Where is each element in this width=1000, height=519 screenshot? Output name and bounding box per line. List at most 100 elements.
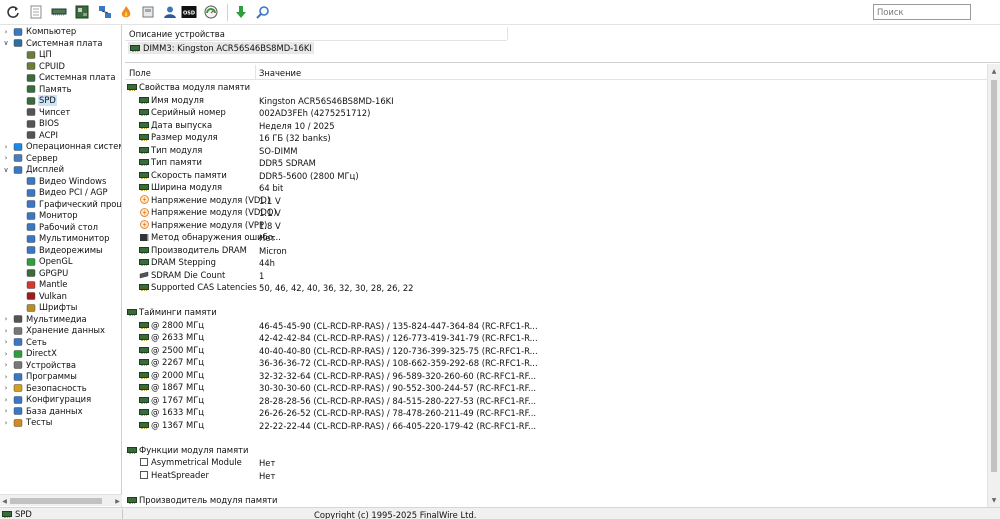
tree-item[interactable]: › Компьютер: [0, 26, 121, 38]
tree-item[interactable]: Монитор: [0, 210, 121, 222]
download-icon[interactable]: [233, 4, 249, 20]
tree-item[interactable]: Чипсет: [0, 107, 121, 119]
search-input[interactable]: [873, 4, 971, 20]
tree-horizontal-scrollbar[interactable]: ◀ ▶: [0, 494, 122, 506]
refresh-icon[interactable]: [5, 4, 21, 20]
expand-icon[interactable]: ›: [2, 360, 10, 371]
property-row[interactable]: @ 1633 МГц 26-26-26-52 (CL-RCD-RP-RAS) / …: [125, 406, 987, 419]
property-row[interactable]: Asymmetrical Module Нет: [125, 456, 987, 469]
property-row[interactable]: @ 1867 МГц 30-30-30-60 (CL-RCD-RP-RAS) / …: [125, 381, 987, 394]
tree-item[interactable]: Мультимонитор: [0, 233, 121, 245]
tree-item[interactable]: Mantle: [0, 279, 121, 291]
expand-icon[interactable]: ›: [2, 417, 10, 428]
tree-item[interactable]: ACPI: [0, 130, 121, 142]
tree-item[interactable]: › Операционная система: [0, 141, 121, 153]
tree-item[interactable]: › Конфигурация: [0, 394, 121, 406]
tree-item[interactable]: Видео PCI / AGP: [0, 187, 121, 199]
group-header-row[interactable]: Свойства модуля памяти: [125, 81, 987, 94]
property-row[interactable]: @ 2633 МГц 42-42-42-84 (CL-RCD-RP-RAS) / …: [125, 331, 987, 344]
tree-item[interactable]: Рабочий стол: [0, 222, 121, 234]
property-row[interactable]: Напряжение модуля (VDD) 1.1 V: [125, 194, 987, 207]
tree-item[interactable]: › Программы: [0, 371, 121, 383]
tree-item[interactable]: › Сервер: [0, 153, 121, 165]
property-row[interactable]: Метод обнаружения ошибо... Нет: [125, 231, 987, 244]
column-header-value[interactable]: Значение: [259, 68, 301, 78]
expand-icon[interactable]: ›: [2, 406, 10, 417]
property-row[interactable]: @ 2800 МГц 46-45-45-90 (CL-RCD-RP-RAS) / …: [125, 319, 987, 332]
tree-item[interactable]: Системная плата: [0, 72, 121, 84]
tree-item[interactable]: Видео Windows: [0, 176, 121, 188]
group-header-row[interactable]: Производитель модуля памяти: [125, 494, 987, 507]
property-row[interactable]: Имя модуля Kingston ACR56S46BS8MD-16KI: [125, 94, 987, 107]
property-row[interactable]: Размер модуля 16 ГБ (32 banks): [125, 131, 987, 144]
property-row[interactable]: Ширина модуля 64 bit: [125, 181, 987, 194]
tree-item[interactable]: Память: [0, 84, 121, 96]
tree-item[interactable]: ∨ Дисплей: [0, 164, 121, 176]
expand-icon[interactable]: ›: [2, 325, 10, 336]
scroll-up-icon[interactable]: ▲: [988, 66, 1000, 76]
tree-item[interactable]: GPGPU: [0, 268, 121, 280]
gauge-icon[interactable]: [203, 4, 219, 20]
tree-item[interactable]: Графический процессо: [0, 199, 121, 211]
expand-icon[interactable]: ›: [2, 153, 10, 164]
tree-item[interactable]: › Хранение данных: [0, 325, 121, 337]
property-row[interactable]: @ 1767 МГц 28-28-28-56 (CL-RCD-RP-RAS) / …: [125, 394, 987, 407]
tree-item[interactable]: Видеорежимы: [0, 245, 121, 257]
scroll-right-icon[interactable]: ▶: [113, 495, 122, 507]
flame-icon[interactable]: [118, 4, 134, 20]
tree-item[interactable]: › База данных: [0, 406, 121, 418]
tree-item[interactable]: › Сеть: [0, 337, 121, 349]
scrollbar-thumb[interactable]: [991, 80, 997, 472]
storage-icon[interactable]: [140, 4, 156, 20]
collapse-icon[interactable]: ∨: [2, 38, 10, 49]
property-row[interactable]: HeatSpreader Нет: [125, 469, 987, 482]
column-divider[interactable]: [255, 65, 256, 79]
device-description-item[interactable]: DIMM3: Kingston ACR56S46BS8MD-16KI: [128, 42, 314, 54]
report-icon[interactable]: [28, 4, 44, 20]
property-row[interactable]: SDRAM Die Count 1: [125, 269, 987, 282]
property-row[interactable]: @ 1367 МГц 22-22-22-44 (CL-RCD-RP-RAS) / …: [125, 419, 987, 432]
tree-item[interactable]: CPUID: [0, 61, 121, 73]
property-row[interactable]: Скорость памяти DDR5-5600 (2800 МГц): [125, 169, 987, 182]
tree-item[interactable]: › Тесты: [0, 417, 121, 429]
expand-icon[interactable]: ›: [2, 337, 10, 348]
scroll-down-icon[interactable]: ▼: [988, 495, 1000, 505]
group-header-row[interactable]: Функции модуля памяти: [125, 444, 987, 457]
expand-icon[interactable]: ›: [2, 26, 10, 37]
property-row[interactable]: @ 2267 МГц 36-36-36-72 (CL-RCD-RP-RAS) / …: [125, 356, 987, 369]
tree-item[interactable]: Vulkan: [0, 291, 121, 303]
property-row[interactable]: Напряжение модуля (VPP) 1.8 V: [125, 219, 987, 232]
network-icon[interactable]: [97, 4, 113, 20]
motherboard-icon[interactable]: [74, 4, 90, 20]
chip-icon[interactable]: [51, 4, 67, 20]
property-row[interactable]: @ 2500 МГц 40-40-40-80 (CL-RCD-RP-RAS) / …: [125, 344, 987, 357]
expand-icon[interactable]: ›: [2, 394, 10, 405]
tree-item[interactable]: › Мультимедиа: [0, 314, 121, 326]
property-row[interactable]: Напряжение модуля (VDDQ) 1.1 V: [125, 206, 987, 219]
property-row[interactable]: Серийный номер 002AD3FEh (4275251712): [125, 106, 987, 119]
property-row[interactable]: Дата выпуска Неделя 10 / 2025: [125, 119, 987, 132]
expand-icon[interactable]: ›: [2, 141, 10, 152]
property-row[interactable]: Supported CAS Latencies 50, 46, 42, 40, 3…: [125, 281, 987, 294]
tree-item[interactable]: Шрифты: [0, 302, 121, 314]
tree-item[interactable]: › DirectX: [0, 348, 121, 360]
property-row[interactable]: Тип модуля SO-DIMM: [125, 144, 987, 157]
column-header-field[interactable]: Поле: [129, 68, 151, 78]
expand-icon[interactable]: ›: [2, 371, 10, 382]
tree-item[interactable]: › Безопасность: [0, 383, 121, 395]
group-header-row[interactable]: Тайминги памяти: [125, 306, 987, 319]
tree-item[interactable]: ∨ Системная плата: [0, 38, 121, 50]
property-row[interactable]: Тип памяти DDR5 SDRAM: [125, 156, 987, 169]
list-vertical-scrollbar[interactable]: ▲ ▼: [987, 64, 1000, 507]
osd-icon[interactable]: OSD: [181, 4, 197, 20]
tree-item[interactable]: › Устройства: [0, 360, 121, 372]
property-row[interactable]: DRAM Stepping 44h: [125, 256, 987, 269]
expand-icon[interactable]: ›: [2, 348, 10, 359]
tree-item[interactable]: OpenGL: [0, 256, 121, 268]
expand-icon[interactable]: ›: [2, 314, 10, 325]
tree-item[interactable]: ЦП: [0, 49, 121, 61]
search-icon[interactable]: [255, 4, 271, 20]
property-row[interactable]: Производитель DRAM Micron: [125, 244, 987, 257]
collapse-icon[interactable]: ∨: [2, 164, 10, 175]
scrollbar-thumb[interactable]: [10, 498, 102, 504]
